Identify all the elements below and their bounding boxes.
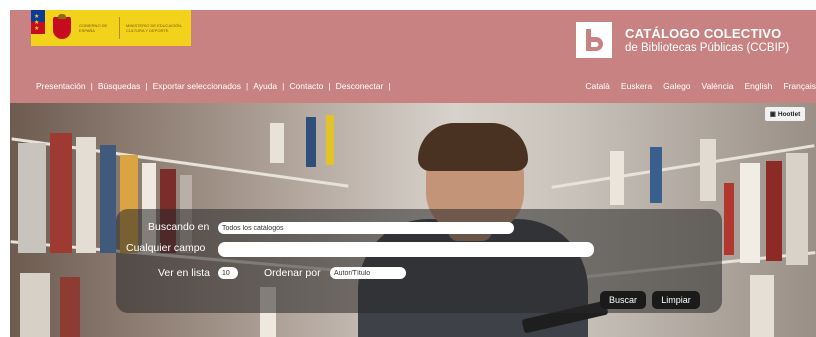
lang-galego[interactable]: Galego bbox=[663, 81, 690, 91]
book bbox=[306, 117, 316, 167]
nav-busquedas[interactable]: Búsquedas bbox=[98, 81, 141, 91]
gov-logo-line2: Ministerio de Educación, Cultura y Depor… bbox=[126, 23, 183, 33]
cualquier-campo-input[interactable] bbox=[218, 242, 594, 257]
ver-en-lista-label: Ver en lista bbox=[158, 267, 210, 279]
hootlet-icon: ▣ bbox=[769, 111, 776, 118]
lang-francais[interactable]: Français bbox=[783, 81, 816, 91]
limpiar-button[interactable]: Limpiar bbox=[652, 291, 700, 309]
book bbox=[750, 275, 774, 337]
lang-euskera[interactable]: Euskera bbox=[621, 81, 652, 91]
book bbox=[50, 133, 72, 253]
hootlet-label: Hootlet bbox=[777, 110, 801, 118]
ccbip-logo-icon[interactable] bbox=[576, 22, 612, 58]
buscar-button[interactable]: Buscar bbox=[600, 291, 646, 309]
catalog-title: CATÁLOGO COLECTIVO bbox=[625, 26, 782, 41]
page: ★ ★ ★ Gobierno de España Ministerio de Edu… bbox=[10, 10, 816, 337]
spain-flag-icon: ★ ★ ★ bbox=[31, 10, 45, 46]
book bbox=[724, 183, 734, 255]
catalog-subtitle: de Bibliotecas Públicas (CCBIP) bbox=[625, 42, 790, 54]
lang-english[interactable]: English bbox=[745, 81, 773, 91]
nav-presentacion[interactable]: Presentación bbox=[36, 81, 86, 91]
cualquier-campo-label: Cualquier campo bbox=[126, 242, 206, 254]
hootlet-button[interactable]: ▣ Hootlet bbox=[765, 107, 805, 121]
hero-image: ▣ Hootlet Buscando en Cualquier campo Ve… bbox=[10, 103, 816, 337]
nav-exportar[interactable]: Exportar seleccionados bbox=[153, 81, 241, 91]
government-logo[interactable]: ★ ★ ★ Gobierno de España Ministerio de Edu… bbox=[31, 10, 191, 46]
book bbox=[650, 147, 662, 203]
buscando-en-select[interactable] bbox=[218, 222, 514, 234]
person-hair bbox=[418, 123, 528, 171]
ordenar-por-select[interactable] bbox=[330, 267, 406, 279]
ordenar-por-label: Ordenar por bbox=[264, 267, 321, 279]
ver-en-lista-select[interactable] bbox=[218, 267, 238, 279]
book bbox=[326, 115, 334, 165]
book bbox=[270, 123, 284, 163]
nav-desconectar[interactable]: Desconectar bbox=[336, 81, 384, 91]
book bbox=[786, 153, 808, 265]
buscando-en-label: Buscando en bbox=[148, 221, 210, 233]
book bbox=[766, 161, 782, 261]
gov-logo-line1: Gobierno de España bbox=[79, 23, 108, 33]
search-panel: Buscando en Cualquier campo Ver en lista… bbox=[116, 209, 722, 313]
site-header: ★ ★ ★ Gobierno de España Ministerio de Edu… bbox=[10, 10, 816, 103]
book bbox=[20, 273, 50, 337]
book bbox=[18, 143, 46, 253]
book bbox=[740, 163, 760, 263]
book bbox=[100, 145, 116, 253]
lang-catala[interactable]: Català bbox=[585, 81, 610, 91]
nav-contacto[interactable]: Contacto bbox=[289, 81, 323, 91]
language-links: Català Euskera Galego València English F… bbox=[574, 81, 816, 91]
book bbox=[76, 137, 96, 253]
coat-of-arms-icon bbox=[51, 14, 73, 42]
main-nav: Presentación | Búsquedas | Exportar selecc… bbox=[36, 81, 391, 91]
book bbox=[700, 139, 716, 201]
nav-ayuda[interactable]: Ayuda bbox=[253, 81, 277, 91]
book bbox=[60, 277, 80, 337]
lang-valencia[interactable]: València bbox=[702, 81, 734, 91]
book bbox=[610, 151, 624, 205]
